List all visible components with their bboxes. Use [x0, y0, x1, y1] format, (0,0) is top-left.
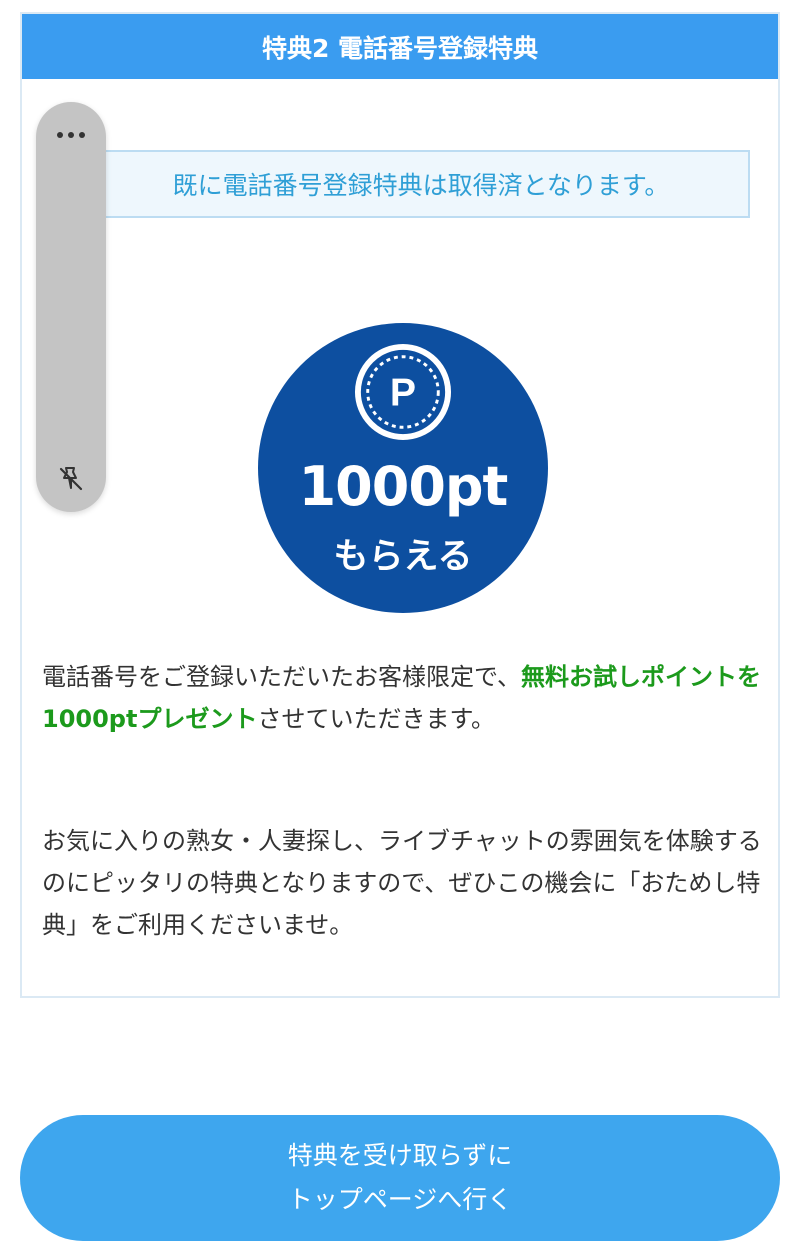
points-subtext: もらえる [333, 537, 473, 577]
point-icon-letter: P [390, 372, 416, 415]
button-line-1: 特典を受け取らずに [287, 1141, 513, 1170]
page: 特典2 電話番号登録特典 既に電話番号登録特典は取得済となります。 P 1000… [0, 0, 800, 1248]
description-paragraph-1: 電話番号をご登録いただいたお客様限定で、無料お試しポイントを1000ptプレゼン… [42, 656, 762, 740]
already-acquired-notice: 既に電話番号登録特典は取得済となります。 [92, 150, 750, 218]
points-badge: P 1000pt もらえる [258, 323, 548, 613]
description-paragraph-2: お気に入りの熟女・人妻探し、ライブチャットの雰囲気を体験するのにピッタリの特典と… [42, 827, 762, 939]
description-text-end: させていただきます。 [257, 705, 496, 733]
floating-side-panel[interactable] [36, 102, 106, 512]
more-icon[interactable] [36, 120, 106, 150]
description-text: 電話番号をご登録いただいたお客様限定で、 [42, 663, 522, 691]
card-title: 特典2 電話番号登録特典 [22, 14, 778, 79]
points-value: 1000pt [298, 455, 509, 518]
bonus-card: 特典2 電話番号登録特典 既に電話番号登録特典は取得済となります。 P 1000… [20, 12, 780, 998]
button-line-2: トップページへ行く [287, 1185, 513, 1214]
go-to-top-page-button[interactable]: 特典を受け取らずに トップページへ行く [20, 1115, 780, 1241]
pin-off-icon[interactable] [54, 462, 88, 496]
point-icon: P [354, 343, 452, 441]
notice-text: 既に電話番号登録特典は取得済となります。 [172, 171, 670, 200]
